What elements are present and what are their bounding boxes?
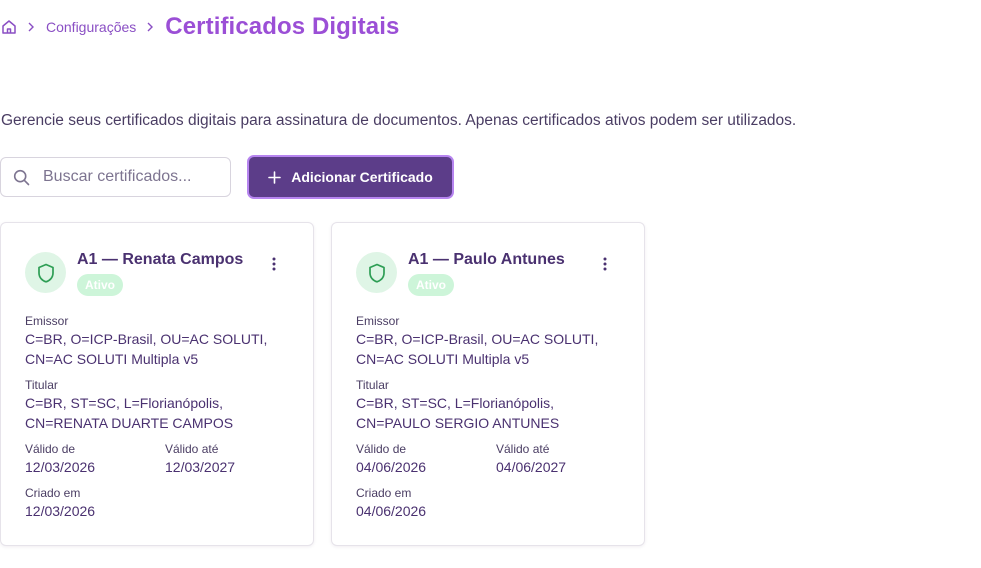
- certificate-card: A1 — Renata Campos Ativo Emissor C=BR, O…: [0, 222, 314, 546]
- add-certificate-button[interactable]: Adicionar Certificado: [247, 155, 454, 199]
- issuer-value-line1: C=BR, O=ICP-Brasil, OU=AC SOLUTI,: [356, 331, 599, 347]
- valid-from-label: Válido de: [356, 442, 407, 456]
- status-badge: Ativo: [408, 274, 454, 296]
- breadcrumb: Configurações Certificados Digitais: [0, 10, 399, 44]
- holder-value-line1: C=BR, ST=SC, L=Florianópolis,: [356, 395, 555, 411]
- more-vertical-icon[interactable]: [265, 255, 283, 273]
- issuer-label: Emissor: [25, 314, 69, 328]
- issuer-value-line2: CN=AC SOLUTI Multipla v5: [25, 351, 199, 367]
- issuer-value-line1: C=BR, O=ICP-Brasil, OU=AC SOLUTI,: [25, 331, 268, 347]
- certificate-title: A1 — Renata Campos: [77, 251, 244, 268]
- page-title: Certificados Digitais: [165, 13, 400, 40]
- search-input[interactable]: [41, 167, 220, 187]
- certificate-title: A1 — Paulo Antunes: [408, 251, 565, 268]
- created-at-value: 04/06/2026: [356, 503, 427, 519]
- holder-value-line2: CN=PAULO SERGIO ANTUNES: [356, 415, 560, 431]
- issuer-value-line2: CN=AC SOLUTI Multipla v5: [356, 351, 530, 367]
- chevron-right-icon: [25, 21, 37, 33]
- holder-label: Titular: [356, 378, 389, 392]
- valid-until-label: Válido até: [496, 442, 550, 456]
- certificate-card: A1 — Paulo Antunes Ativo Emissor C=BR, O…: [331, 222, 645, 546]
- created-at-label: Criado em: [25, 486, 81, 500]
- holder-value-line2: CN=RENATA DUARTE CAMPOS: [25, 415, 234, 431]
- issuer-label: Emissor: [356, 314, 400, 328]
- more-vertical-icon[interactable]: [596, 255, 614, 273]
- search-icon: [13, 169, 30, 186]
- search-box[interactable]: [0, 157, 231, 197]
- valid-from-value: 04/06/2026: [356, 459, 427, 475]
- holder-label: Titular: [25, 378, 58, 392]
- valid-until-label: Válido até: [165, 442, 219, 456]
- plus-icon: [268, 170, 282, 184]
- chevron-right-icon: [144, 21, 156, 33]
- shield-icon: [25, 252, 66, 293]
- home-icon[interactable]: [1, 19, 17, 35]
- valid-until-value: 04/06/2027: [496, 459, 567, 475]
- status-badge: Ativo: [77, 274, 123, 296]
- valid-from-label: Válido de: [25, 442, 76, 456]
- shield-icon: [356, 252, 397, 293]
- valid-from-value: 12/03/2026: [25, 459, 96, 475]
- breadcrumb-link-configuracoes[interactable]: Configurações: [46, 19, 136, 35]
- created-at-value: 12/03/2026: [25, 503, 96, 519]
- page-description: Gerencie seus certificados digitais para…: [1, 112, 797, 129]
- holder-value-line1: C=BR, ST=SC, L=Florianópolis,: [25, 395, 224, 411]
- created-at-label: Criado em: [356, 486, 412, 500]
- valid-until-value: 12/03/2027: [165, 459, 236, 475]
- add-certificate-label: Adicionar Certificado: [291, 169, 433, 185]
